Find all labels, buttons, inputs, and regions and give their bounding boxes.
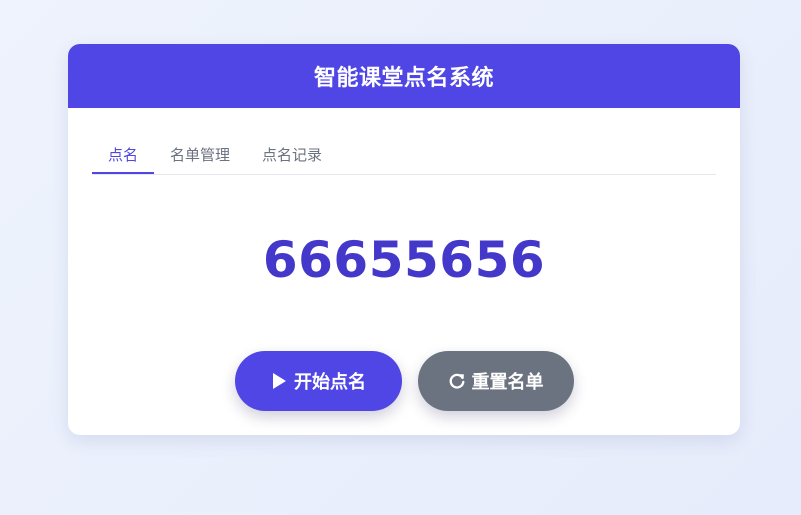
app-header: 智能课堂点名系统 [68, 44, 740, 108]
tab-roll-call-records[interactable]: 点名记录 [246, 134, 338, 174]
reset-roster-label: 重置名单 [471, 372, 544, 393]
tab-bar: 点名 名单管理 点名记录 [92, 134, 716, 175]
app-title: 智能课堂点名系统 [313, 66, 494, 91]
tab-roster-management[interactable]: 名单管理 [154, 134, 246, 174]
action-buttons: 开始点名 重置名单 [68, 351, 740, 411]
reset-roster-button[interactable]: 重置名单 [417, 351, 574, 411]
start-roll-call-label: 开始点名 [294, 372, 366, 393]
current-name-display: 66655656 [262, 231, 546, 289]
tab-roll-call[interactable]: 点名 [92, 134, 155, 174]
roll-call-card: 智能课堂点名系统 点名 名单管理 点名记录 66655656 开始点名 重置名单 [68, 44, 740, 435]
refresh-icon [448, 372, 466, 390]
start-roll-call-button[interactable]: 开始点名 [234, 351, 402, 411]
play-icon [270, 372, 288, 390]
